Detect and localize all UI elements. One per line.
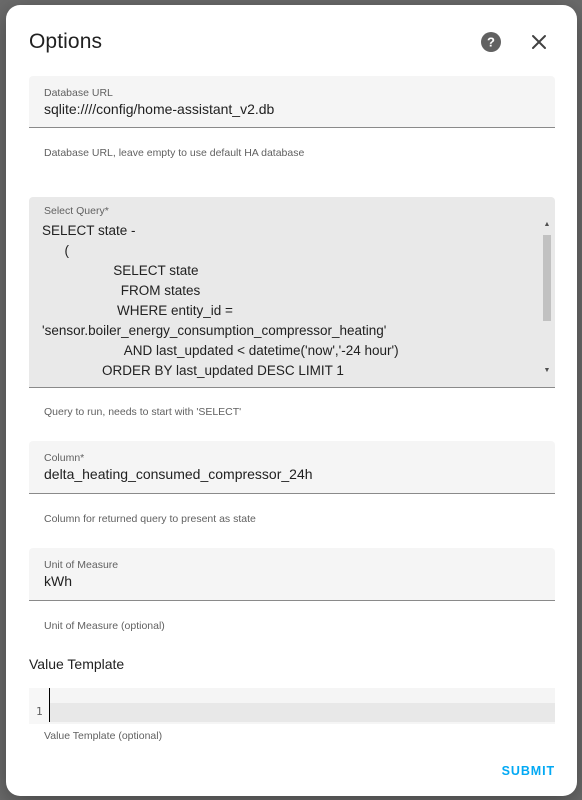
options-dialog: Options ? Database URL sqlite:////config…: [6, 5, 577, 796]
unit-of-measure-field[interactable]: Unit of Measure kWh: [29, 548, 555, 601]
select-query-textarea[interactable]: SELECT state - ( SELECT state FROM state…: [42, 221, 537, 381]
select-query-label: Select Query*: [44, 205, 109, 217]
help-icon[interactable]: ?: [480, 31, 502, 53]
svg-text:?: ?: [487, 35, 495, 50]
database-url-value[interactable]: sqlite:////config/home-assistant_v2.db: [44, 101, 274, 117]
active-line[interactable]: [49, 703, 555, 722]
database-url-field[interactable]: Database URL sqlite:////config/home-assi…: [29, 76, 555, 128]
database-url-helper: Database URL, leave empty to use default…: [44, 147, 305, 159]
scroll-thumb[interactable]: [543, 235, 551, 321]
unit-of-measure-label: Unit of Measure: [44, 559, 119, 571]
query-scrollbar[interactable]: ▲ ▼: [541, 219, 553, 377]
value-template-editor[interactable]: 1: [29, 688, 555, 724]
select-query-helper: Query to run, needs to start with 'SELEC…: [44, 406, 242, 418]
text-cursor: [49, 688, 50, 722]
select-query-field[interactable]: Select Query* SELECT state - ( SELECT st…: [29, 197, 555, 388]
value-template-title: Value Template: [29, 656, 125, 672]
scroll-up-arrow-icon[interactable]: ▲: [541, 219, 553, 231]
column-field[interactable]: Column* delta_heating_consumed_compresso…: [29, 441, 555, 494]
unit-of-measure-value[interactable]: kWh: [44, 573, 72, 589]
database-url-label: Database URL: [44, 87, 113, 99]
line-number: 1: [36, 705, 43, 718]
editor-gutter: 1: [29, 688, 49, 724]
unit-of-measure-helper: Unit of Measure (optional): [44, 620, 165, 632]
column-helper: Column for returned query to present as …: [44, 513, 256, 525]
submit-button[interactable]: SUBMIT: [502, 764, 555, 778]
scroll-down-arrow-icon[interactable]: ▼: [541, 365, 553, 377]
value-template-helper: Value Template (optional): [44, 730, 163, 742]
close-icon[interactable]: [529, 32, 549, 52]
column-label: Column*: [44, 452, 85, 464]
column-value[interactable]: delta_heating_consumed_compressor_24h: [44, 466, 313, 482]
dialog-title: Options: [29, 30, 103, 53]
